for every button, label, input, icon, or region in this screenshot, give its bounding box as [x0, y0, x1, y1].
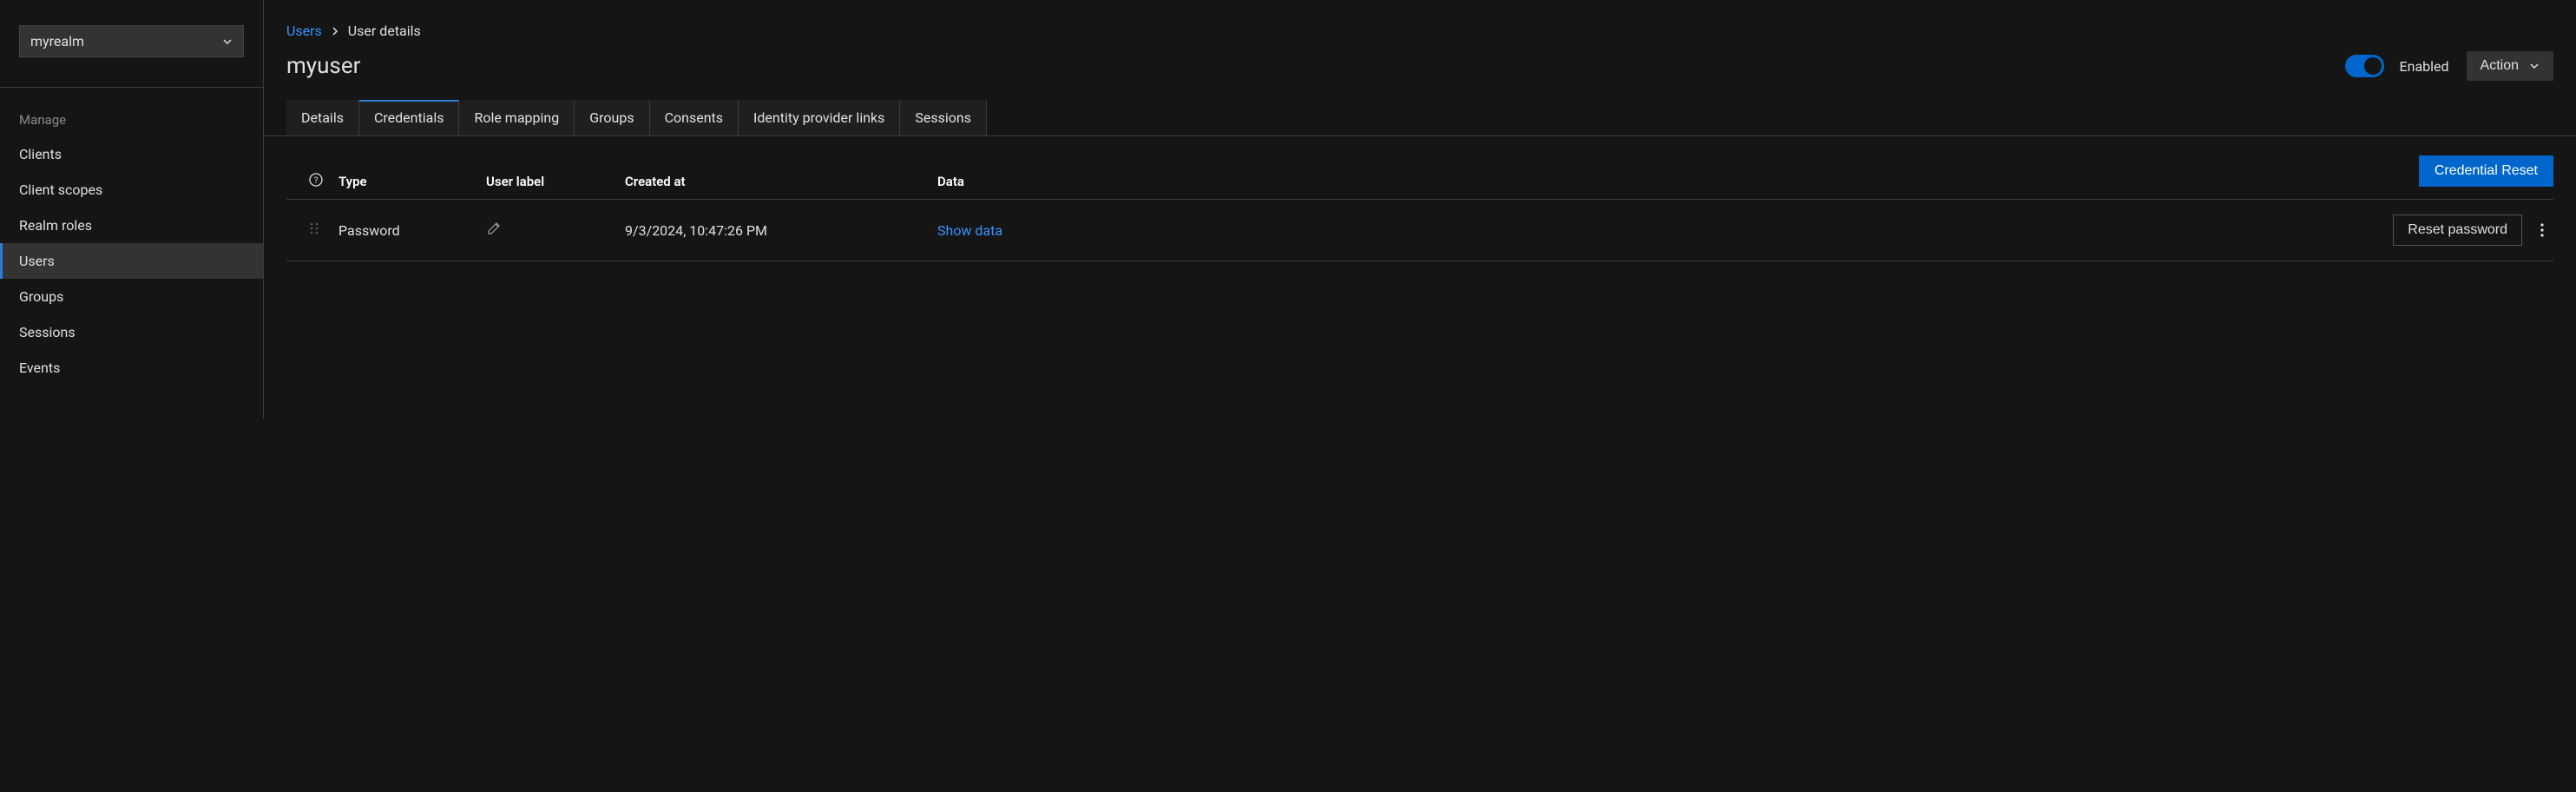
caret-down-icon: [2529, 61, 2540, 71]
sidebar-item-realm-roles[interactable]: Realm roles: [0, 208, 263, 243]
sidebar-item-events[interactable]: Events: [0, 350, 263, 386]
enabled-toggle-wrap: Enabled: [2345, 55, 2449, 77]
sidebar-item-clients[interactable]: Clients: [0, 136, 263, 172]
credentials-table: ? Type User label Created at Data: [286, 164, 2553, 261]
tabs: Details Credentials Role mapping Groups …: [264, 100, 2576, 136]
action-menu-label: Action: [2481, 58, 2519, 74]
col-type: Type: [338, 174, 486, 189]
pencil-icon[interactable]: [486, 221, 502, 236]
tab-identity-provider-links[interactable]: Identity provider links: [739, 100, 900, 135]
page-header: myuser Enabled Action: [264, 39, 2576, 100]
sidebar-item-sessions[interactable]: Sessions: [0, 314, 263, 350]
table-help-col: ?: [286, 173, 338, 190]
caret-down-icon: [222, 36, 233, 47]
row-actions: Reset password: [1154, 214, 2553, 246]
table-row: Password 9/3/2024, 10:47:26 PM Show data…: [286, 200, 2553, 261]
cell-data: Show data: [937, 222, 1154, 239]
breadcrumb-current: User details: [348, 23, 421, 39]
chevron-right-icon: [331, 27, 339, 36]
credentials-panel: Credential Reset ? Type User label Creat…: [264, 136, 2576, 280]
breadcrumb: Users User details: [264, 3, 2576, 39]
breadcrumb-users-link[interactable]: Users: [286, 23, 322, 39]
tab-groups[interactable]: Groups: [575, 100, 649, 135]
table-header-row: ? Type User label Created at Data: [286, 164, 2553, 200]
sidebar: myrealm Manage Clients Client scopes Rea…: [0, 0, 264, 419]
sidebar-item-groups[interactable]: Groups: [0, 279, 263, 314]
enabled-toggle[interactable]: [2345, 55, 2384, 77]
tab-role-mapping[interactable]: Role mapping: [459, 100, 575, 135]
col-user-label: User label: [486, 174, 625, 189]
realm-select[interactable]: myrealm: [19, 25, 244, 57]
cell-created-at: 9/3/2024, 10:47:26 PM: [625, 222, 937, 239]
tab-consents[interactable]: Consents: [650, 100, 739, 135]
realm-select-value: myrealm: [30, 33, 84, 50]
realm-select-wrap: myrealm: [0, 3, 263, 88]
credential-reset-button[interactable]: Credential Reset: [2419, 155, 2553, 187]
tab-credentials[interactable]: Credentials: [359, 100, 460, 135]
show-data-link[interactable]: Show data: [937, 222, 1002, 239]
action-menu-button[interactable]: Action: [2467, 51, 2553, 81]
drag-handle-icon[interactable]: [309, 221, 319, 235]
cell-type: Password: [338, 222, 486, 239]
header-controls: Enabled Action: [2345, 51, 2553, 81]
sidebar-section-label: Manage: [0, 88, 263, 136]
tab-details[interactable]: Details: [286, 100, 359, 135]
page-title: myuser: [286, 53, 360, 79]
tab-sessions[interactable]: Sessions: [900, 100, 987, 135]
svg-text:?: ?: [314, 176, 319, 186]
help-icon[interactable]: ?: [309, 173, 323, 187]
sidebar-item-client-scopes[interactable]: Client scopes: [0, 172, 263, 208]
kebab-menu-icon[interactable]: [2540, 222, 2545, 238]
col-data: Data: [937, 174, 1154, 189]
enabled-label: Enabled: [2400, 58, 2449, 75]
toggle-knob: [2364, 57, 2382, 75]
reset-password-button[interactable]: Reset password: [2393, 214, 2522, 246]
sidebar-item-users[interactable]: Users: [0, 243, 263, 279]
col-created-at: Created at: [625, 174, 937, 189]
drag-handle-cell: [286, 221, 338, 239]
main-content: Users User details myuser Enabled Action…: [264, 0, 2576, 419]
cell-user-label: [486, 221, 625, 240]
